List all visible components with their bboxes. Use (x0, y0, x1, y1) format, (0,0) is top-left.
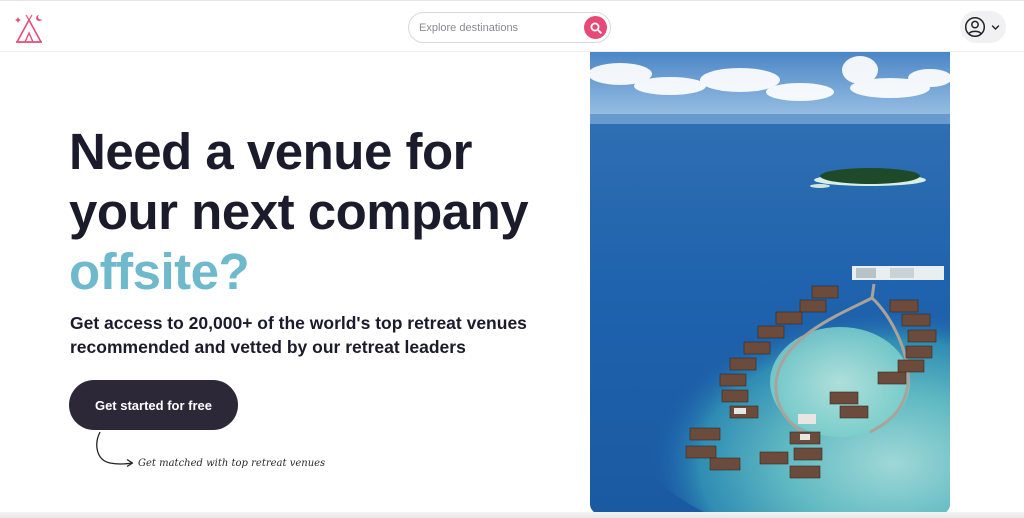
chevron-down-icon (991, 25, 1000, 30)
headline-line-2: your next company (69, 183, 529, 240)
account-menu-button[interactable] (960, 11, 1006, 43)
search-input[interactable] (419, 13, 579, 42)
hero-image (590, 52, 950, 514)
cta-hint-text: Get matched with top retreat venues (138, 458, 326, 469)
hero-headline: Need a venue for your next company offsi… (69, 122, 569, 302)
top-navigation-bar (0, 0, 1024, 52)
curved-arrow-icon (96, 431, 134, 468)
headline-line-1: Need a venue for (69, 123, 472, 180)
search-icon (590, 22, 602, 34)
get-started-button[interactable]: Get started for free (69, 380, 238, 430)
headline-accent: offsite? (69, 243, 250, 300)
search-button[interactable] (584, 16, 607, 39)
overwater-villas-illustration (590, 52, 950, 514)
tent-sparkle-logo-icon[interactable] (12, 11, 46, 45)
page-bottom-edge (0, 512, 1024, 518)
destination-search[interactable] (408, 12, 611, 43)
hero-subtitle: Get access to 20,000+ of the world's top… (70, 311, 550, 359)
subtitle-line-2: recommended and vetted by our retreat le… (70, 337, 466, 357)
subtitle-line-1: Get access to 20,000+ of the world's top… (70, 313, 527, 333)
user-circle-icon (964, 16, 986, 38)
